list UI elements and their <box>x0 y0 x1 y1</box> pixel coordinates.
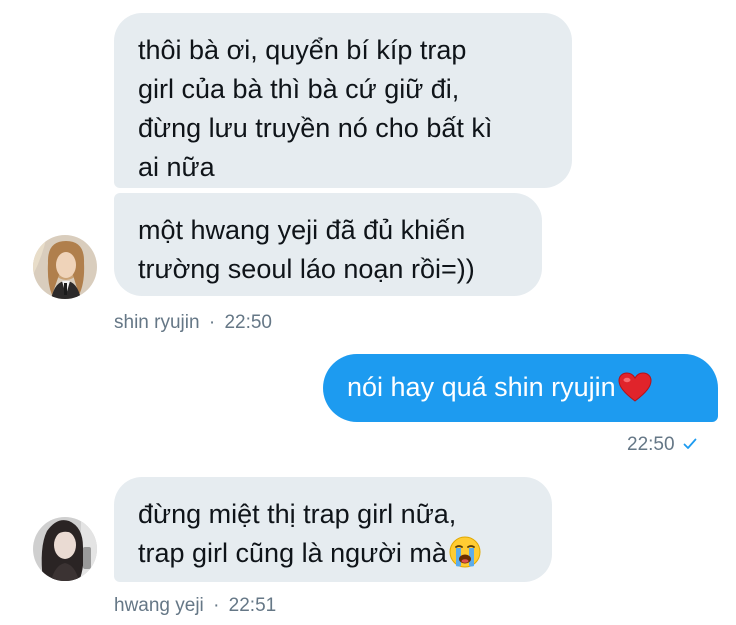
message-meta: shin ryujin · 22:50 <box>114 312 272 334</box>
message-text: nói hay quá shin ryujin <box>347 368 694 413</box>
message-text: đừng lưu truyền nó cho bất kì <box>138 113 493 143</box>
message-bubble[interactable]: đừng miệt thị trap girl nữa, trap girl c… <box>114 477 552 582</box>
message-time: 22:51 <box>228 595 277 616</box>
message-text: trường seoul láo noạn rồi=)) <box>138 254 475 284</box>
message-text: một hwang yeji đã đủ khiến <box>138 215 466 245</box>
avatar-photo <box>33 235 97 299</box>
message-time: 22:50 <box>627 434 675 455</box>
sender-name: shin ryujin <box>114 312 200 333</box>
sender-name: hwang yeji <box>114 595 204 616</box>
message-bubble[interactable]: thôi bà ơi, quyển bí kíp trap girl của b… <box>114 13 572 188</box>
message-meta: 22:50 <box>627 434 697 456</box>
message-text: girl của bà thì bà cứ giữ đi, <box>138 74 460 104</box>
message-text: thôi bà ơi, quyển bí kíp trap <box>138 35 467 65</box>
message-text: ai nữa <box>138 152 215 182</box>
read-check-icon <box>683 438 696 449</box>
avatar-photo <box>33 517 97 581</box>
message-text: trap girl cũng là người mà <box>138 534 528 579</box>
sender-avatar[interactable] <box>33 235 97 299</box>
meta-separator: · <box>208 312 216 333</box>
message-meta: hwang yeji · 22:51 <box>114 595 276 617</box>
meta-separator: · <box>213 595 220 616</box>
message-time: 22:50 <box>224 312 272 333</box>
message-text: đừng miệt thị trap girl nữa, <box>138 499 457 529</box>
sender-avatar[interactable] <box>33 517 97 581</box>
message-bubble[interactable]: một hwang yeji đã đủ khiến trường seoul … <box>114 193 542 296</box>
red-heart-icon <box>618 372 652 413</box>
message-bubble[interactable]: nói hay quá shin ryujin <box>323 354 718 422</box>
loudly-crying-face-icon <box>449 536 481 579</box>
